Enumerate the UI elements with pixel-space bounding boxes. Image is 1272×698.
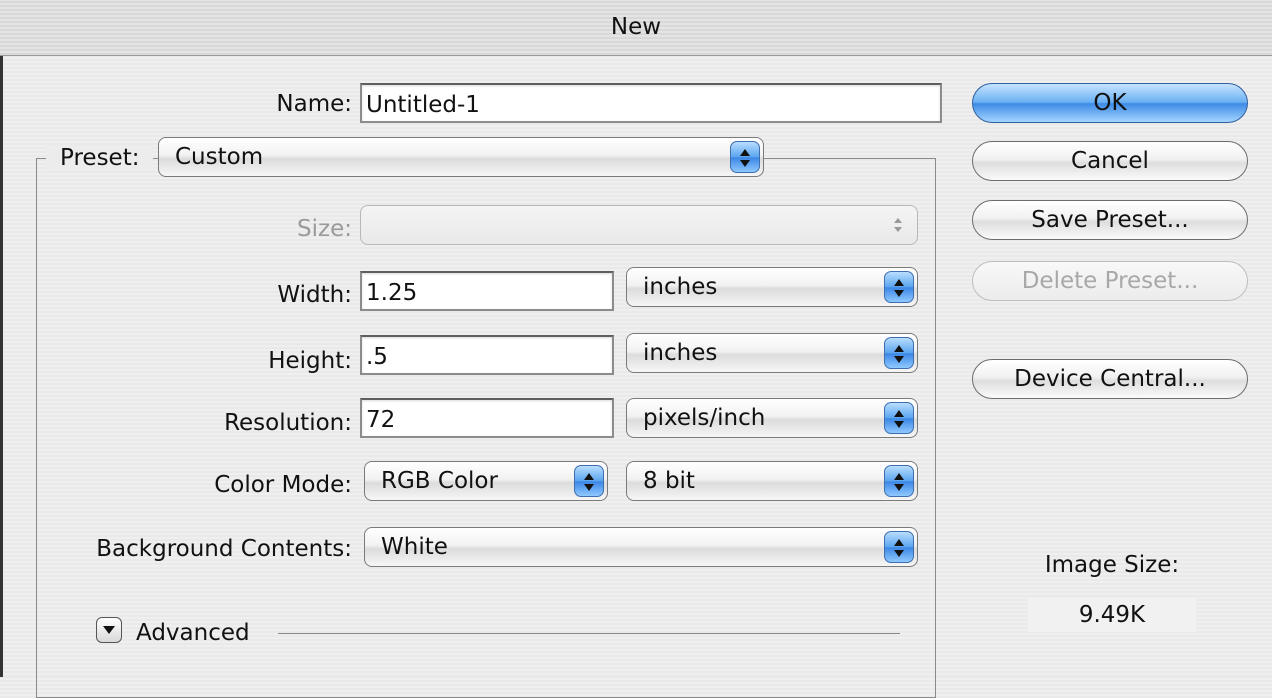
dialog-title: New xyxy=(610,14,662,40)
preset-value: Custom xyxy=(175,144,264,170)
color-mode-popup[interactable]: RGB Color xyxy=(364,461,608,501)
height-label: Height: xyxy=(268,348,352,374)
up-down-arrows-icon xyxy=(884,271,914,303)
delete-preset-button[interactable]: Delete Preset... xyxy=(972,261,1248,301)
background-contents-label: Background Contents: xyxy=(96,536,352,562)
advanced-label: Advanced xyxy=(136,620,250,646)
title-bar[interactable]: New xyxy=(0,0,1272,56)
up-down-arrows-icon xyxy=(884,402,914,434)
image-size-label: Image Size: xyxy=(1044,552,1180,578)
name-field[interactable]: Untitled-1 xyxy=(360,83,942,123)
resolution-unit-popup[interactable]: pixels/inch xyxy=(626,398,918,438)
width-label: Width: xyxy=(277,282,352,308)
resolution-field[interactable]: 72 xyxy=(360,398,614,438)
bit-depth-value: 8 bit xyxy=(643,468,695,494)
height-unit-value: inches xyxy=(643,340,718,366)
color-mode-value: RGB Color xyxy=(381,468,498,494)
cancel-button[interactable]: Cancel xyxy=(972,141,1248,181)
disclosure-triangle-icon xyxy=(103,626,115,634)
color-mode-label: Color Mode: xyxy=(214,472,352,498)
resolution-unit-value: pixels/inch xyxy=(643,405,766,431)
height-unit-popup[interactable]: inches xyxy=(626,333,918,373)
preset-label: Preset: xyxy=(46,145,154,171)
name-label: Name: xyxy=(276,91,352,117)
bit-depth-popup[interactable]: 8 bit xyxy=(626,461,918,501)
width-field[interactable]: 1.25 xyxy=(360,271,614,311)
up-down-arrows-icon xyxy=(884,465,914,497)
up-down-arrows-icon xyxy=(574,465,604,497)
background-contents-popup[interactable]: White xyxy=(364,527,918,567)
image-size-value: 9.49K xyxy=(1028,598,1196,632)
device-central-button[interactable]: Device Central... xyxy=(972,359,1248,399)
up-down-arrows-icon xyxy=(884,531,914,563)
preset-popup[interactable]: Custom xyxy=(158,137,764,177)
up-down-arrows-icon xyxy=(884,209,914,241)
resolution-label: Resolution: xyxy=(224,410,352,436)
up-down-arrows-icon xyxy=(884,337,914,369)
width-unit-popup[interactable]: inches xyxy=(626,267,918,307)
save-preset-button[interactable]: Save Preset... xyxy=(972,200,1248,240)
window-left-edge xyxy=(0,0,3,677)
size-popup[interactable] xyxy=(360,205,918,245)
ok-button[interactable]: OK xyxy=(972,83,1248,123)
advanced-disclosure-button[interactable] xyxy=(96,617,122,643)
width-unit-value: inches xyxy=(643,274,718,300)
height-field[interactable]: .5 xyxy=(360,335,614,375)
size-label: Size: xyxy=(297,216,352,242)
up-down-arrows-icon xyxy=(730,141,760,173)
background-contents-value: White xyxy=(381,534,448,560)
advanced-divider xyxy=(278,633,900,634)
